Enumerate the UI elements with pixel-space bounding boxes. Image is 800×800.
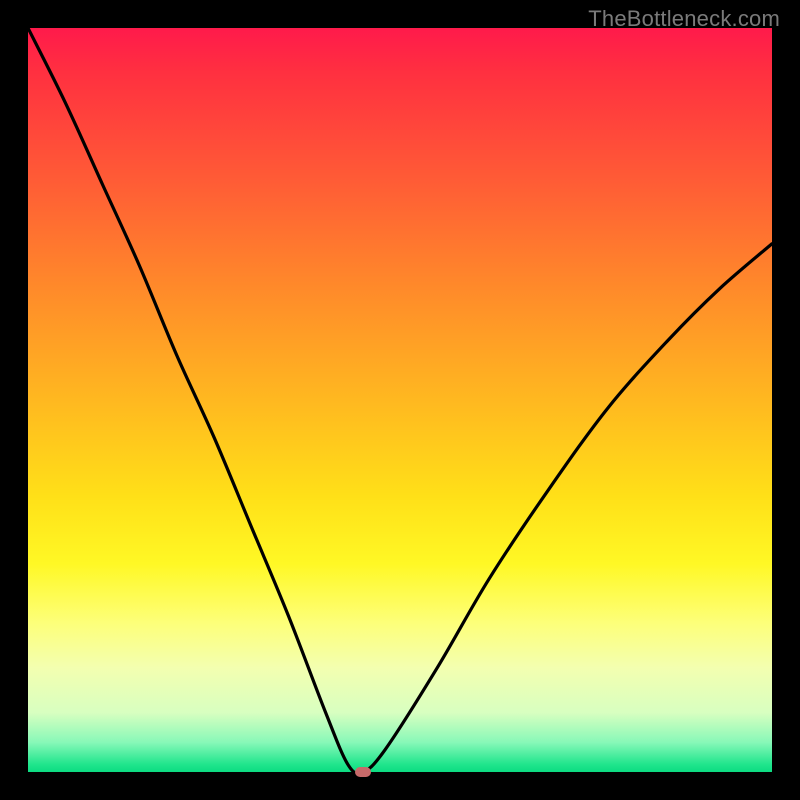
plot-area: [28, 28, 772, 772]
minimum-marker: [355, 767, 371, 777]
bottleneck-curve: [28, 28, 772, 772]
chart-container: TheBottleneck.com: [0, 0, 800, 800]
watermark-text: TheBottleneck.com: [588, 6, 780, 32]
